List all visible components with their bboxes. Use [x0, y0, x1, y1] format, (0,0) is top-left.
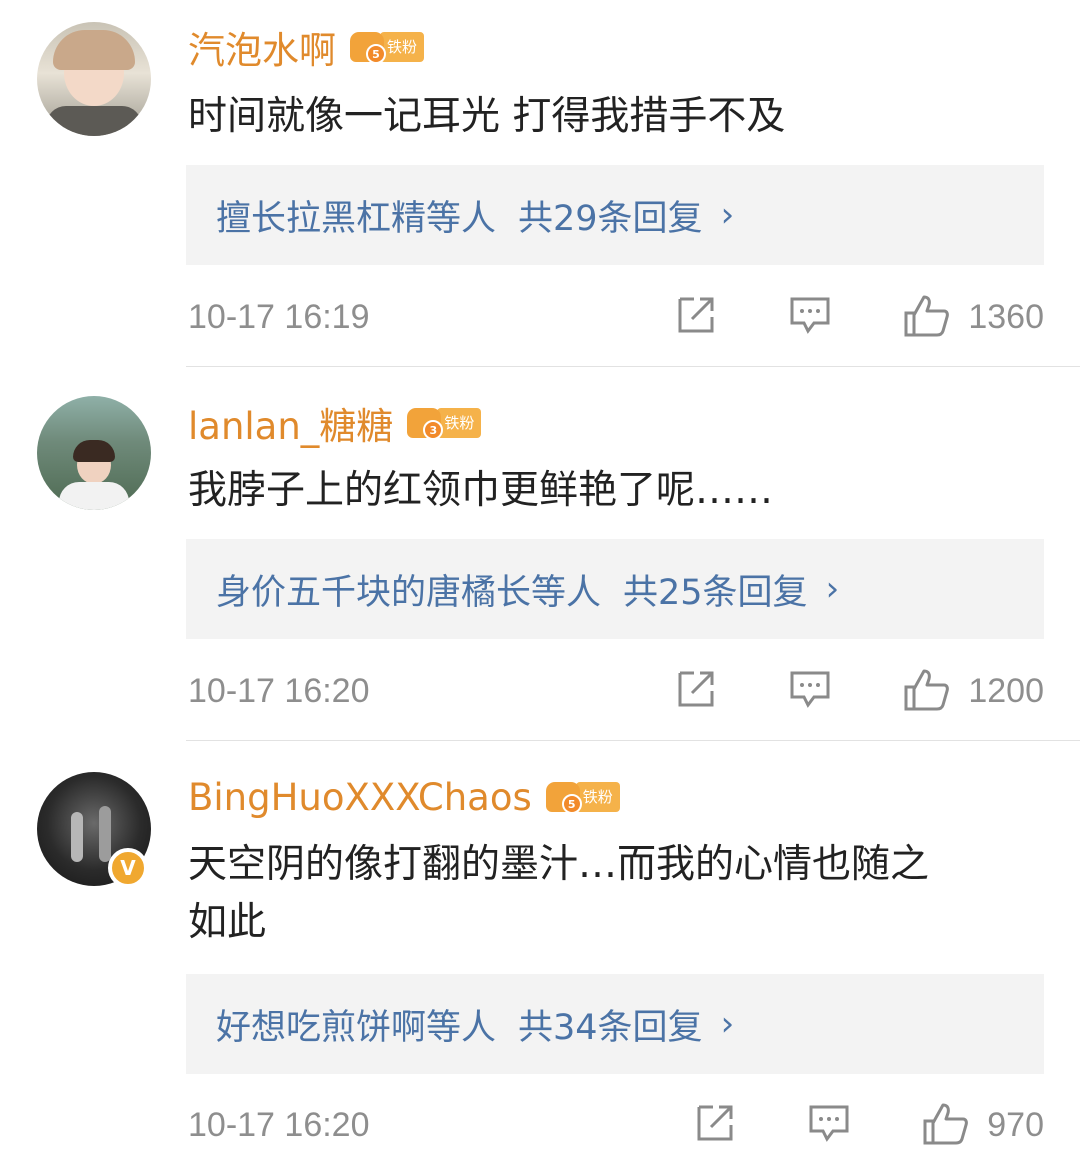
replies-box[interactable]: 擅长拉黑杠精等人 共29条回复 ›	[186, 165, 1044, 265]
crown-icon: 3	[407, 408, 444, 440]
comment-text-line: 天空阴的像打翻的墨汁…而我的心情也随之	[188, 842, 930, 887]
username[interactable]: BingHuoXXXChaos	[188, 776, 532, 819]
crown-icon: 5	[350, 32, 386, 64]
action-bar: 1200	[674, 667, 1044, 715]
action-bar: 1360	[674, 293, 1044, 341]
fan-label: 铁粉	[575, 782, 620, 812]
replies-box[interactable]: 好想吃煎饼啊等人 共34条回复 ›	[186, 974, 1044, 1074]
comment-meta: 10-17 16:19 1360	[188, 292, 1044, 342]
chevron-right-icon: ›	[825, 569, 840, 609]
comment-text: 我脖子上的红领巾更鲜艳了呢……	[188, 468, 774, 513]
username-row: lanlan_糖糖 3 铁粉	[188, 396, 482, 450]
comment-text-line: 如此	[188, 900, 267, 945]
like-count: 970	[987, 1105, 1044, 1144]
timestamp: 10-17 16:20	[188, 1105, 370, 1144]
share-icon[interactable]	[674, 669, 718, 713]
fan-label: 铁粉	[380, 32, 425, 62]
comment-item: 汽泡水啊 5 铁粉 时间就像一记耳光 打得我措手不及 擅长拉黑杠精等人 共29条…	[0, 0, 1080, 370]
comment-icon[interactable]	[807, 1103, 851, 1147]
fan-badge[interactable]: 5 铁粉	[350, 31, 425, 64]
divider	[186, 740, 1080, 741]
like-count: 1360	[968, 297, 1044, 336]
fan-level: 5	[366, 44, 386, 64]
comment-text: 天空阴的像打翻的墨汁…而我的心情也随之 如此	[188, 836, 1048, 952]
comment-item: lanlan_糖糖 3 铁粉 我脖子上的红领巾更鲜艳了呢…… 身价五千块的唐橘长…	[0, 370, 1080, 742]
comment-icon[interactable]	[788, 669, 832, 713]
comment-text: 时间就像一记耳光 打得我措手不及	[188, 94, 786, 139]
share-icon[interactable]	[693, 1103, 737, 1147]
chevron-right-icon: ›	[720, 1004, 735, 1044]
chevron-right-icon: ›	[720, 195, 735, 235]
replies-who[interactable]: 好想吃煎饼啊等人	[216, 999, 496, 1050]
like-icon[interactable]	[902, 293, 950, 341]
avatar[interactable]	[37, 22, 151, 136]
replies-count[interactable]: 共34条回复	[518, 999, 703, 1050]
replies-who[interactable]: 擅长拉黑杠精等人	[216, 190, 496, 241]
replies-count[interactable]: 共25条回复	[623, 564, 808, 615]
username[interactable]: lanlan_糖糖	[188, 396, 393, 450]
like-icon[interactable]	[921, 1101, 969, 1149]
username-row: 汽泡水啊 5 铁粉	[188, 20, 425, 74]
replies-count[interactable]: 共29条回复	[518, 190, 703, 241]
like-count: 1200	[968, 671, 1044, 710]
avatar[interactable]	[37, 396, 151, 510]
crown-icon: 5	[545, 782, 582, 814]
timestamp: 10-17 16:19	[188, 297, 370, 336]
like-icon[interactable]	[902, 667, 950, 715]
fan-label: 铁粉	[437, 408, 482, 438]
verified-icon: V	[108, 848, 148, 888]
action-bar: 970	[693, 1101, 1044, 1149]
timestamp: 10-17 16:20	[188, 671, 370, 710]
comment-icon[interactable]	[788, 295, 832, 339]
fan-level: 5	[561, 794, 582, 814]
comment-meta: 10-17 16:20 1200	[188, 666, 1044, 716]
username-row: BingHuoXXXChaos 5 铁粉	[188, 772, 620, 822]
replies-who[interactable]: 身价五千块的唐橘长等人	[216, 564, 601, 615]
share-icon[interactable]	[674, 295, 718, 339]
comment-item: V BingHuoXXXChaos 5 铁粉 天空阴的像打翻的墨汁…而我的心情也…	[0, 742, 1080, 1152]
comment-meta: 10-17 16:20 970	[188, 1100, 1044, 1150]
fan-badge[interactable]: 5 铁粉	[545, 781, 620, 814]
replies-box[interactable]: 身价五千块的唐橘长等人 共25条回复 ›	[186, 539, 1044, 639]
username[interactable]: 汽泡水啊	[188, 20, 336, 74]
divider	[186, 366, 1080, 367]
fan-badge[interactable]: 3 铁粉	[407, 407, 482, 440]
